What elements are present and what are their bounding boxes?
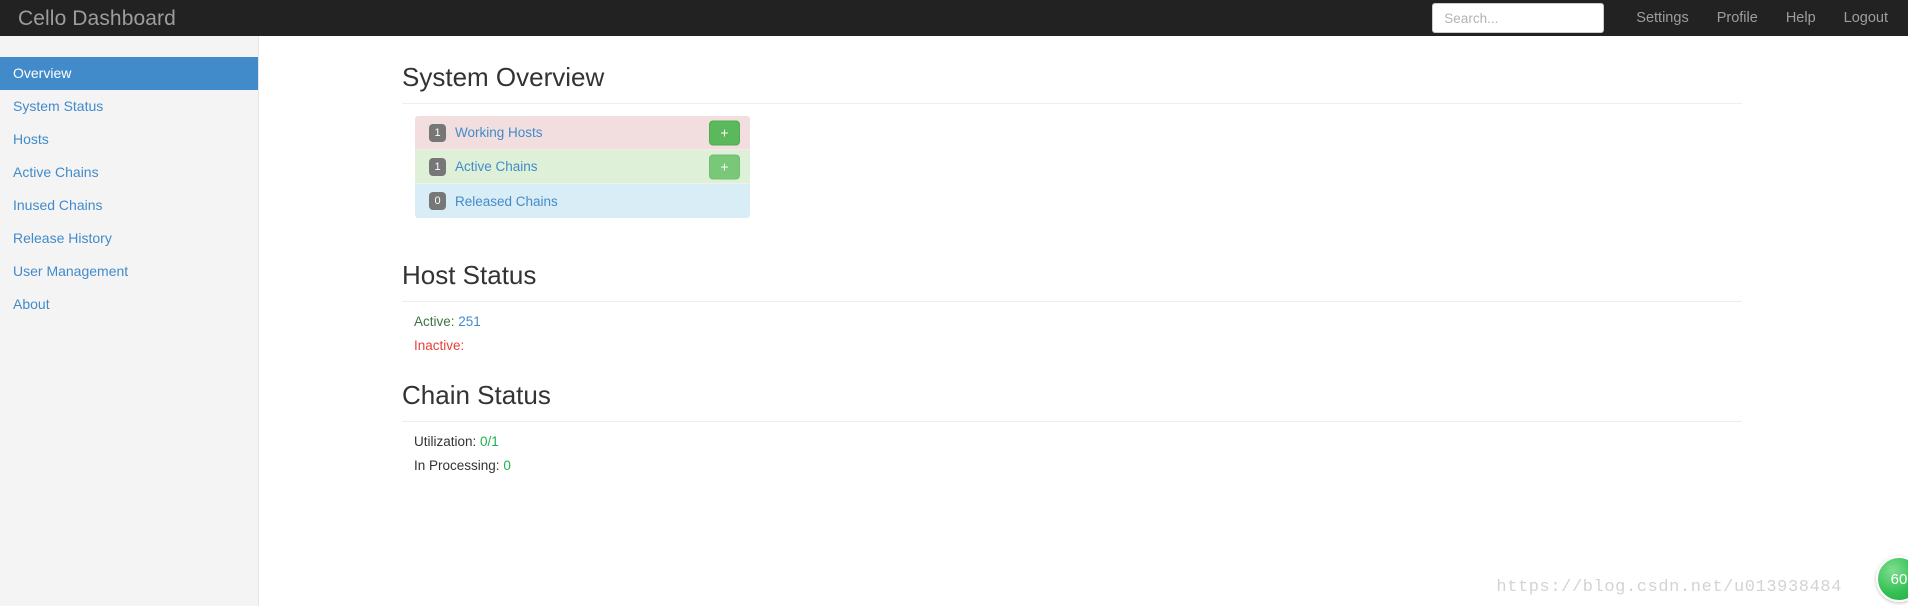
chain-in-processing-value: 0 [503,458,511,473]
host-status-divider [402,301,1742,302]
nav-link-logout[interactable]: Logout [1830,0,1908,36]
host-active-label: Active: [414,314,455,329]
released-chains-label[interactable]: Released Chains [455,194,558,209]
host-status-active-row: Active: 251 [414,314,481,329]
chain-utilization-value: 0/1 [480,434,499,449]
sidebar: Overview System Status Hosts Active Chai… [0,36,259,606]
chain-status-title: Chain Status [402,380,551,410]
nav-link-help[interactable]: Help [1772,0,1830,36]
top-navbar: Cello Dashboard Settings Profile Help Lo… [0,0,1908,36]
host-inactive-label: Inactive: [414,338,465,353]
sidebar-item-hosts[interactable]: Hosts [0,123,258,156]
sidebar-item-system-status[interactable]: System Status [0,90,258,123]
working-hosts-label[interactable]: Working Hosts [455,125,543,140]
chain-in-processing-label: In Processing: [414,458,500,473]
list-item-active-chains[interactable]: 1 Active Chains + [415,150,750,184]
csdn-watermark-url: https://blog.csdn.net/u013938484 [1496,578,1842,597]
sidebar-item-release-history[interactable]: Release History [0,222,258,255]
navbar-right-group: Settings Profile Help Logout [1432,0,1908,36]
sidebar-item-active-chains[interactable]: Active Chains [0,156,258,189]
working-hosts-count-badge: 1 [429,123,446,142]
main-content: System Overview 1 Working Hosts + 1 Acti… [259,36,1908,606]
app-brand-title[interactable]: Cello Dashboard [0,8,176,29]
sidebar-item-overview[interactable]: Overview [0,57,258,90]
sidebar-item-about[interactable]: About [0,288,258,321]
active-chains-count-badge: 1 [429,157,446,176]
nav-link-settings[interactable]: Settings [1622,0,1702,36]
search-input[interactable] [1432,3,1605,33]
chain-status-divider [402,421,1742,422]
list-item-working-hosts[interactable]: 1 Working Hosts + [415,116,750,150]
nav-link-profile[interactable]: Profile [1703,0,1772,36]
host-status-inactive-row: Inactive: [414,338,464,353]
released-chains-count-badge: 0 [429,192,446,210]
sidebar-item-inused-chains[interactable]: Inused Chains [0,189,258,222]
list-item-released-chains[interactable]: 0 Released Chains [415,184,750,218]
host-status-title: Host Status [402,260,537,290]
chain-utilization-label: Utilization: [414,434,477,449]
chain-in-processing-row: In Processing: 0 [414,458,511,473]
system-overview-list: 1 Working Hosts + 1 Active Chains + 0 Re… [414,115,751,219]
chain-utilization-row: Utilization: 0/1 [414,434,499,449]
system-overview-title: System Overview [402,62,605,92]
host-active-value[interactable]: 251 [458,314,481,329]
active-chains-label[interactable]: Active Chains [455,159,538,174]
sidebar-item-user-management[interactable]: User Management [0,255,258,288]
system-overview-divider [402,103,1742,104]
add-active-chain-button[interactable]: + [709,154,740,179]
add-working-host-button[interactable]: + [709,120,740,145]
